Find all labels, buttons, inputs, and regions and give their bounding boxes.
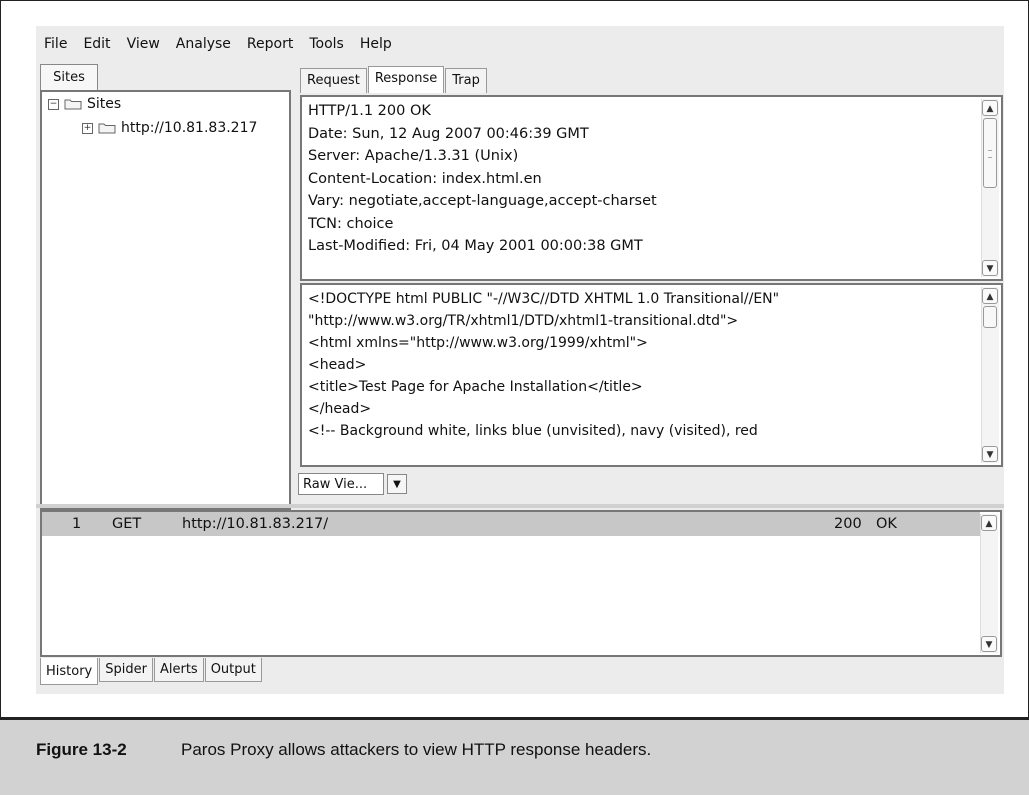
response-header-pane[interactable]: HTTP/1.1 200 OK Date: Sun, 12 Aug 2007 0… xyxy=(300,95,1003,281)
chevron-down-icon[interactable]: ▼ xyxy=(981,636,997,652)
caption-label: Figure 13-2 xyxy=(36,740,127,759)
tab-alerts[interactable]: Alerts xyxy=(153,658,204,682)
bottom-tabs: History Spider Alerts Output xyxy=(40,658,263,685)
menu-edit[interactable]: Edit xyxy=(75,36,118,52)
menu-view[interactable]: View xyxy=(119,36,168,52)
split-divider[interactable] xyxy=(36,504,1004,508)
response-body-pane[interactable]: <!DOCTYPE html PUBLIC "-//W3C//DTD XHTML… xyxy=(300,283,1003,467)
history-id: 1 xyxy=(72,516,82,532)
folder-icon xyxy=(64,99,82,110)
history-reason: OK xyxy=(876,516,897,532)
tab-response[interactable]: Response xyxy=(367,66,445,93)
header-line: Date: Sun, 12 Aug 2007 00:46:39 GMT xyxy=(308,125,589,142)
body-line: <head> xyxy=(308,357,367,373)
header-scrollbar[interactable]: ▲ ▼ xyxy=(981,99,999,277)
body-scrollbar[interactable]: ▲ ▼ xyxy=(981,287,999,463)
chevron-down-icon[interactable]: ▼ xyxy=(982,446,998,462)
scroll-thumb[interactable] xyxy=(983,306,997,328)
tab-spider[interactable]: Spider xyxy=(99,658,153,682)
header-line: HTTP/1.1 200 OK xyxy=(308,103,431,119)
body-line: <!DOCTYPE html PUBLIC "-//W3C//DTD XHTML… xyxy=(308,291,780,307)
body-line: </head> xyxy=(308,401,372,417)
history-panel: 1 GET http://10.81.83.217/ 200 OK ▲ ▼ xyxy=(40,510,1002,657)
header-line: Last-Modified: Fri, 04 May 2001 00:00:38… xyxy=(308,238,643,254)
history-status: 200 xyxy=(834,516,862,532)
view-mode-select[interactable]: Raw Vie... ▼ xyxy=(298,472,416,496)
header-line: Server: Apache/1.3.31 (Unix) xyxy=(308,148,519,164)
chevron-down-icon[interactable]: ▼ xyxy=(982,260,998,276)
header-line: TCN: choice xyxy=(308,215,394,232)
chevron-up-icon[interactable]: ▲ xyxy=(982,288,998,304)
tab-output[interactable]: Output xyxy=(204,658,262,682)
menu-help[interactable]: Help xyxy=(352,36,400,52)
menu-tools[interactable]: Tools xyxy=(301,36,352,52)
chevron-up-icon[interactable]: ▲ xyxy=(981,515,997,531)
scroll-thumb[interactable] xyxy=(983,118,997,188)
history-scrollbar[interactable]: ▲ ▼ xyxy=(980,514,998,653)
tree-node-sites[interactable]: − Sites xyxy=(48,96,121,112)
body-line: "http://www.w3.org/TR/xhtml1/DTD/xhtml1-… xyxy=(308,313,739,329)
history-url: http://10.81.83.217/ xyxy=(182,516,329,532)
figure-caption: Figure 13-2 Paros Proxy allows attackers… xyxy=(0,717,1029,795)
caption-text: Paros Proxy allows attackers to view HTT… xyxy=(181,740,652,759)
header-line: Vary: negotiate,accept-language,accept-c… xyxy=(308,193,657,209)
paros-window: File Edit View Analyse Report Tools Help… xyxy=(36,26,1004,694)
response-body-text: <!DOCTYPE html PUBLIC "-//W3C//DTD XHTML… xyxy=(308,291,975,445)
tree-node-label: http://10.81.83.217 xyxy=(121,120,258,136)
tab-history[interactable]: History xyxy=(40,658,99,685)
folder-icon xyxy=(98,123,116,134)
grip-icon xyxy=(988,150,992,158)
menu-file[interactable]: File xyxy=(36,36,75,52)
history-method: GET xyxy=(112,516,142,532)
message-tabs: Request Response Trap xyxy=(300,66,488,94)
tab-request[interactable]: Request xyxy=(300,68,367,93)
collapse-icon[interactable]: − xyxy=(48,98,59,110)
chevron-down-icon[interactable]: ▼ xyxy=(387,474,407,494)
body-line: <html xmlns="http://www.w3.org/1999/xhtm… xyxy=(308,335,648,351)
expand-icon[interactable]: + xyxy=(82,122,93,134)
body-line: <!-- Background white, links blue (unvis… xyxy=(308,423,758,439)
header-line: Content-Location: index.html.en xyxy=(308,170,542,187)
menu-report[interactable]: Report xyxy=(239,36,301,52)
body-line: <title>Test Page for Apache Installation… xyxy=(308,379,643,395)
chevron-up-icon[interactable]: ▲ xyxy=(982,100,998,116)
tab-trap[interactable]: Trap xyxy=(445,68,487,93)
view-mode-value[interactable]: Raw Vie... xyxy=(298,473,384,495)
sites-tree-panel: − Sites + http://10.81.83.217 xyxy=(40,90,291,510)
history-row[interactable]: 1 GET http://10.81.83.217/ 200 OK xyxy=(42,512,980,536)
menu-analyse[interactable]: Analyse xyxy=(168,36,239,52)
response-header-text: HTTP/1.1 200 OK Date: Sun, 12 Aug 2007 0… xyxy=(308,103,975,261)
menu-bar: File Edit View Analyse Report Tools Help xyxy=(36,26,1004,62)
tree-node-label: Sites xyxy=(87,96,122,112)
tab-sites[interactable]: Sites xyxy=(40,64,98,91)
tree-node-host[interactable]: + http://10.81.83.217 xyxy=(82,120,257,136)
